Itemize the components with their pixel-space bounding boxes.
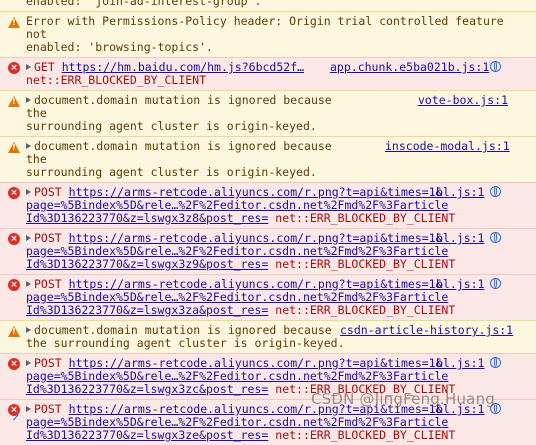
warning-icon — [8, 142, 20, 153]
message-text-line2: surrounding agent cluster is origin-keye… — [26, 119, 317, 133]
error-icon: × — [8, 233, 20, 245]
http-method: GET — [34, 60, 55, 74]
message-text: document.domain mutation is ignored beca… — [26, 94, 356, 120]
console-warning-row: enabled: 'join-ad-interest-group'. — [0, 0, 536, 11]
request-url-link[interactable]: Id%3D136223770&z=lswgx3z9&post_res= — [26, 257, 268, 271]
network-panel-icon[interactable] — [490, 232, 501, 243]
csdn-watermark: CSDN @JingFeng.Huang — [311, 390, 495, 408]
error-status: net::ERR_BLOCKED_BY_CLIENT — [26, 73, 207, 87]
error-icon: × — [8, 279, 20, 291]
error-icon: × — [8, 358, 20, 370]
network-panel-icon[interactable] — [490, 278, 501, 289]
network-panel-icon[interactable] — [490, 61, 501, 72]
expand-arrow-icon[interactable] — [26, 97, 31, 103]
console-warning-row: Error with Permissions-Policy header: Or… — [0, 11, 536, 57]
console-log: enabled: 'join-ad-interest-group'. Error … — [0, 0, 536, 445]
console-error-row: × POST https://arms-retcode.aliyuncs.com/… — [0, 182, 536, 228]
console-warning-row: document.domain mutation is ignored beca… — [0, 90, 536, 136]
expand-arrow-icon[interactable] — [26, 64, 31, 70]
request-url-link[interactable]: page=%5Bindex%5D&rele…%2F%2Feditor.csdn.… — [26, 369, 448, 383]
http-method: POST — [34, 185, 62, 199]
message-text: Error with Permissions-Policy header: Or… — [26, 14, 504, 41]
source-link[interactable]: bl.js:1 — [436, 186, 484, 199]
request-url-link[interactable]: https://hm.baidu.com/hm.js?6bcd52f… — [62, 60, 304, 74]
source-link[interactable]: bl.js:1 — [436, 278, 484, 291]
http-method: POST — [34, 402, 62, 416]
http-method: POST — [34, 277, 62, 291]
message-text-line2: surrounding agent cluster is origin-keye… — [26, 165, 317, 179]
message-text-line: document.domain mutation is ignored beca… — [26, 139, 332, 166]
request-url-link[interactable]: Id%3D136223770&z=lswgx3zc&post_res= — [26, 382, 268, 396]
source-link[interactable]: bl.js:1 — [436, 357, 484, 370]
request-url-link[interactable]: page=%5Bindex%5D&rele…%2F%2Feditor.csdn.… — [26, 290, 448, 304]
message-text: enabled: 'browsing-topics'. — [26, 40, 213, 54]
source-link[interactable]: vote-box.js:1 — [418, 94, 508, 107]
console-error-row: × POST https://arms-retcode.aliyuncs.com/… — [0, 274, 536, 320]
request-url-link[interactable]: page=%5Bindex%5D&rele…%2F%2Feditor.csdn.… — [26, 198, 448, 212]
url-line: Id%3D136223770&z=lswgx3z9&post_res= net:… — [26, 258, 530, 271]
message-text: document.domain mutation is ignored beca… — [26, 140, 356, 166]
expand-arrow-icon[interactable] — [26, 360, 31, 366]
source-link[interactable]: bl.js:1 — [436, 232, 484, 245]
request-url-link[interactable]: page=%5Bindex%5D&rele…%2F%2Feditor.csdn.… — [26, 415, 448, 429]
url-line: Id%3D136223770&z=lswgx3za&post_res= net:… — [26, 304, 530, 317]
source-link[interactable]: app.chunk.e5ba021b.js:1 — [330, 61, 489, 74]
request-url-link[interactable]: Id%3D136223770&z=lswgx3z8&post_res= — [26, 211, 268, 225]
request-url-link[interactable]: https://arms-retcode.aliyuncs.com/r.png?… — [69, 231, 443, 245]
url-line: Id%3D136223770&z=lswgx3ze&post_res= net:… — [26, 429, 530, 442]
expand-arrow-icon[interactable] — [26, 235, 31, 241]
error-status: net::ERR_BLOCKED_BY_CLIENT — [275, 211, 456, 225]
expand-arrow-icon[interactable] — [26, 406, 31, 412]
error-status: net::ERR_BLOCKED_BY_CLIENT — [275, 303, 456, 317]
error-icon: × — [8, 187, 20, 199]
error-status: net::ERR_BLOCKED_BY_CLIENT — [275, 257, 456, 271]
expand-arrow-icon[interactable] — [26, 327, 31, 333]
source-link[interactable]: csdn-article-history.js:1 — [340, 324, 513, 337]
console-warning-row: document.domain mutation is ignored beca… — [0, 320, 536, 353]
network-panel-icon[interactable] — [490, 357, 501, 368]
message-text-line2: the surrounding agent cluster is origin-… — [26, 336, 345, 350]
request-url-link[interactable]: Id%3D136223770&z=lswgx3ze&post_res= — [26, 428, 268, 442]
network-panel-icon[interactable] — [490, 186, 501, 197]
error-icon: × — [8, 62, 20, 74]
console-error-row: × POST https://arms-retcode.aliyuncs.com/… — [0, 228, 536, 274]
url-line: Id%3D136223770&z=lswgx3z8&post_res= net:… — [26, 212, 530, 225]
console-warning-row: document.domain mutation is ignored beca… — [0, 136, 536, 182]
http-method: POST — [34, 231, 62, 245]
error-status: net::ERR_BLOCKED_BY_CLIENT — [275, 428, 456, 442]
http-method: POST — [34, 356, 62, 370]
request-url-link[interactable]: page=%5Bindex%5D&rele…%2F%2Feditor.csdn.… — [26, 244, 448, 258]
expand-arrow-icon[interactable] — [26, 143, 31, 149]
message-text-line: document.domain mutation is ignored beca… — [26, 93, 332, 120]
request-url-link[interactable]: https://arms-retcode.aliyuncs.com/r.png?… — [69, 356, 443, 370]
console-error-row: × GET https://hm.baidu.com/hm.js?6bcd52f…… — [0, 57, 536, 90]
warning-icon — [8, 96, 20, 107]
warning-icon — [8, 17, 20, 28]
expand-arrow-icon[interactable] — [26, 189, 31, 195]
source-link[interactable]: inscode-modal.js:1 — [385, 140, 510, 153]
message-text: enabled: 'join-ad-interest-group'. — [26, 0, 262, 8]
request-url-link[interactable]: Id%3D136223770&z=lswgx3za&post_res= — [26, 303, 268, 317]
request-url-link[interactable]: https://arms-retcode.aliyuncs.com/r.png?… — [69, 277, 443, 291]
expand-arrow-icon[interactable] — [26, 281, 31, 287]
message-text-line: document.domain mutation is ignored beca… — [34, 323, 332, 337]
warning-icon — [8, 326, 20, 337]
request-url-link[interactable]: https://arms-retcode.aliyuncs.com/r.png?… — [69, 185, 443, 199]
